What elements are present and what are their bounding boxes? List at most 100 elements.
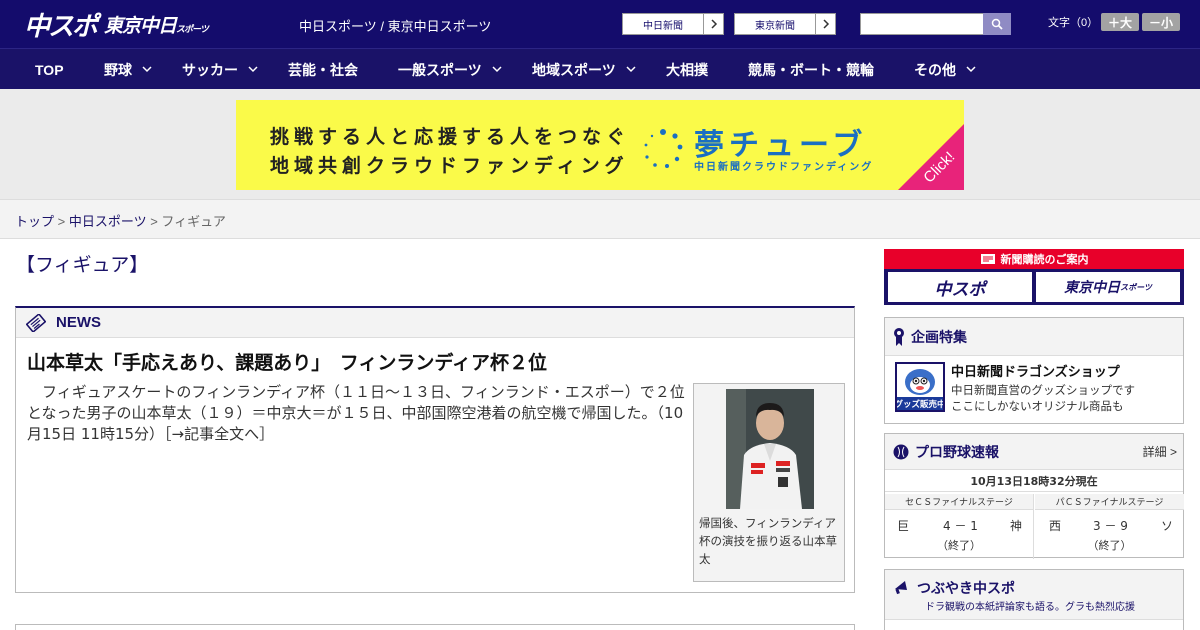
team-away: 神 — [1010, 519, 1023, 533]
baseball-icon — [893, 444, 909, 459]
subscription-box: 新聞購読のご案内 中スポ 東京中日 スポーツ — [884, 249, 1184, 305]
chevron-down-icon — [142, 66, 152, 73]
shop-title[interactable]: 中日新聞ドラゴンズショップ — [951, 361, 1120, 380]
baseball-score-panel: プロ野球速報 詳細 > 10月13日18時32分現在 セＣＳファイナルステージ … — [884, 433, 1184, 559]
nav-label: 芸能・社会 — [288, 61, 358, 78]
nav-item-other[interactable]: その他 — [914, 49, 976, 90]
nav-item-top[interactable]: TOP — [35, 49, 64, 90]
shop-desc-line1: 中日新聞直営のグッズショップです — [951, 383, 1135, 397]
nav-item-racing[interactable]: 競馬・ボート・競輪 — [748, 49, 874, 90]
chevron-down-icon — [626, 66, 636, 73]
newspaper-icon — [26, 313, 46, 332]
news-headline[interactable]: 山本草太「手応えあり、課題あり」 フィンランディア杯２位 — [27, 348, 547, 375]
feature-header: 企画特集 — [885, 318, 1183, 356]
team-away: ソ — [1161, 519, 1174, 533]
shop-description: 中日新聞直営のグッズショップです ここにしかないオリジナル商品も — [951, 382, 1135, 414]
baseball-label: プロ野球速報 — [915, 444, 999, 461]
game-row: 巨 4 － 1 神 — [885, 510, 1033, 537]
chunichi-shimbun-label: 中日新聞 — [643, 20, 683, 32]
game-score: 4 － 1 — [943, 519, 978, 533]
nav-label: サッカー — [182, 61, 238, 78]
site-name-link[interactable]: 中日スポーツ / 東京中日スポーツ — [299, 16, 491, 35]
dot-circle-icon — [644, 129, 683, 168]
nav-label: TOP — [35, 61, 64, 78]
font-size-plus-button[interactable]: ＋大 — [1101, 13, 1139, 31]
breadcrumb-home[interactable]: トップ — [15, 214, 54, 229]
subscription-label: 新聞購読のご案内 — [1000, 253, 1089, 266]
logo-chuspo[interactable]: 中スポ — [24, 6, 98, 43]
search-button[interactable] — [983, 13, 1011, 35]
nav-label: その他 — [914, 61, 956, 78]
news-label: NEWS — [56, 314, 101, 331]
search-input[interactable] — [860, 13, 984, 35]
game-stage: セＣＳファイナルステージ — [885, 494, 1033, 510]
next-news-box — [15, 624, 855, 630]
nav-item-general-sports[interactable]: 一般スポーツ — [398, 49, 502, 90]
athlete-photo[interactable] — [726, 389, 814, 509]
breadcrumb: トップ > 中日スポーツ > フィギュア — [15, 211, 226, 230]
subscribe-tokyo-small: スポーツ — [1120, 282, 1152, 292]
logo-tokyo-chunichi[interactable]: 東京中日スポーツ — [104, 11, 209, 38]
ribbon-icon — [894, 327, 904, 346]
ad-zone: 挑戦する人と応援する人をつなぐ 地域共創クラウドファンディング 夢チューブ 中日… — [0, 89, 1200, 200]
news-box: NEWS 山本草太「手応えあり、課題あり」 フィンランディア杯２位 フィギュアス… — [15, 306, 855, 593]
nav-item-local-sports[interactable]: 地域スポーツ — [532, 49, 636, 90]
ad-line-2: 地域共創クラウドファンディング — [270, 155, 629, 177]
breadcrumb-bar: トップ > 中日スポーツ > フィギュア — [0, 200, 1200, 239]
nav-item-baseball[interactable]: 野球 — [104, 49, 152, 90]
news-body: フィギュアスケートのフィンランディア杯（１１日～１３日、フィンランド・エスポー）… — [27, 382, 687, 445]
baseball-header: プロ野球速報 詳細 > — [885, 434, 1183, 470]
subscribe-tokyo-button[interactable]: 東京中日 スポーツ — [1036, 272, 1180, 302]
tsubuyaki-subtitle: ドラ観戦の本紙評論家も語る。グラも熱烈応援 — [925, 602, 1135, 613]
team-home: 西 — [1049, 519, 1062, 533]
nav-item-entertainment[interactable]: 芸能・社会 — [288, 49, 358, 90]
nav-label: 大相撲 — [666, 61, 708, 78]
nav-item-soccer[interactable]: サッカー — [182, 49, 258, 90]
tokyo-shimbun-label: 東京新聞 — [755, 20, 795, 32]
game-score: 3 － 9 — [1093, 519, 1128, 533]
breadcrumb-section[interactable]: 中日スポーツ — [69, 214, 147, 229]
main-nav: TOP 野球 サッカー 芸能・社会 一般スポーツ 地域スポーツ 大相撲 競馬・ボ… — [0, 48, 1200, 89]
tsubuyaki-panel: つぶやき中スポ ドラ観戦の本紙評論家も語る。グラも熱烈応援 — [884, 569, 1184, 630]
top-header: 中スポ 東京中日スポーツ 中日スポーツ / 東京中日スポーツ 中日新聞 東京新聞… — [0, 0, 1200, 48]
nav-item-sumo[interactable]: 大相撲 — [666, 49, 708, 90]
dragons-shop-logo[interactable]: グッズ販売中 — [894, 362, 946, 412]
team-home: 巨 — [897, 519, 910, 533]
shop-badge-text: グッズ販売中 — [897, 399, 943, 410]
chevron-down-icon — [492, 66, 502, 73]
nav-label: 地域スポーツ — [532, 61, 616, 78]
subscription-header: 新聞購読のご案内 — [884, 249, 1184, 269]
news-header: NEWS — [16, 308, 854, 338]
read-more-link[interactable]: ［→記事全文へ］ — [164, 425, 274, 443]
breadcrumb-sep: > — [54, 214, 69, 229]
tsubuyaki-label[interactable]: つぶやき中スポ — [917, 578, 1015, 598]
game-status: （終了） — [1087, 539, 1132, 552]
logo-tokyo-text: 東京中日 — [104, 14, 177, 37]
crowdfunding-banner[interactable]: 挑戦する人と応援する人をつなぐ 地域共創クラウドファンディング 夢チューブ 中日… — [236, 100, 964, 190]
nav-label: 一般スポーツ — [398, 61, 482, 78]
nav-label: 競馬・ボート・競輪 — [748, 61, 874, 78]
photo-caption: 帰国後、フィンランディア杯の演技を振り返る山本草太 — [699, 516, 837, 566]
chevron-down-icon — [966, 66, 976, 73]
ad-line-1: 挑戦する人と応援する人をつなぐ — [270, 126, 631, 148]
site-logo[interactable]: 中スポ 東京中日スポーツ — [24, 6, 209, 43]
game-pacific[interactable]: パＣＳファイナルステージ 西 3 － 9 ソ （終了） — [1035, 494, 1184, 559]
ad-sub: 中日新聞クラウドファンディング — [694, 162, 874, 173]
subscribe-chuspo-button[interactable]: 中スポ — [888, 272, 1032, 302]
baseball-detail-link[interactable]: 詳細 > — [1143, 443, 1177, 460]
game-status: （終了） — [937, 539, 981, 552]
page-title: 【フィギュア】 — [16, 255, 149, 276]
search-icon — [991, 18, 1003, 30]
chevron-down-icon — [248, 66, 258, 73]
game-central[interactable]: セＣＳファイナルステージ 巨 4 － 1 神 （終了） — [885, 494, 1034, 559]
shop-desc-line2: ここにしかないオリジナル商品も — [951, 399, 1124, 413]
breadcrumb-sep: > — [146, 214, 162, 229]
chunichi-shimbun-button[interactable]: 中日新聞 — [622, 13, 724, 35]
tokyo-shimbun-button[interactable]: 東京新聞 — [734, 13, 836, 35]
tsubuyaki-header: つぶやき中スポ ドラ観戦の本紙評論家も語る。グラも熱烈応援 — [885, 570, 1183, 620]
photo-box: 帰国後、フィンランディア杯の演技を振り返る山本草太 — [693, 383, 845, 582]
chevron-right-icon — [703, 14, 723, 34]
font-size-minus-button[interactable]: －小 — [1142, 13, 1180, 31]
megaphone-icon — [895, 581, 907, 595]
font-size-label: 文字（0） — [1048, 17, 1099, 29]
